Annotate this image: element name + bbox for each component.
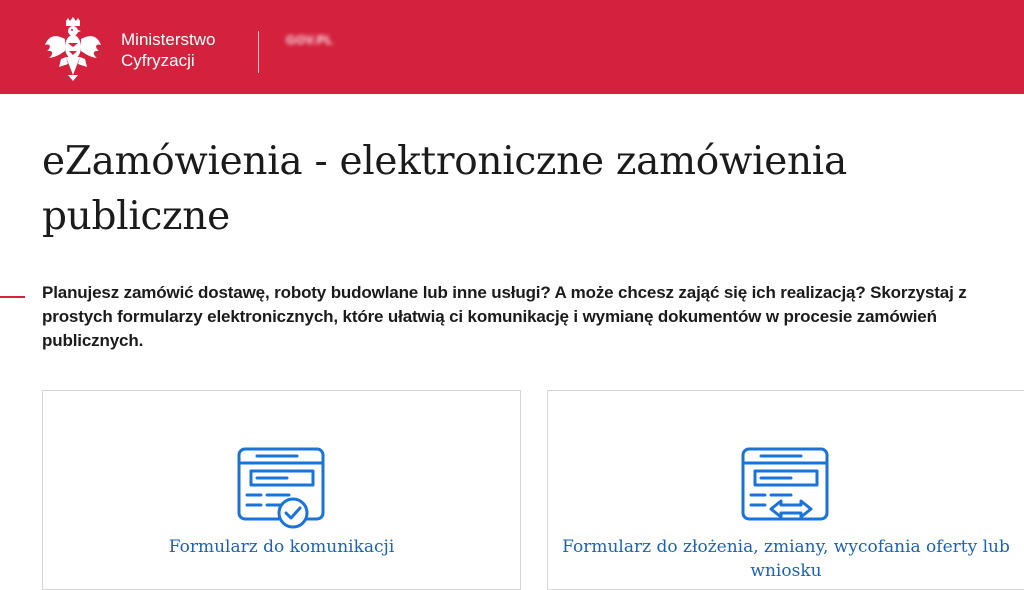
ministry-name-line2: Cyfryzacji [121,51,195,70]
ministry-name[interactable]: Ministerstwo Cyfryzacji [121,29,215,71]
card-offer-label[interactable]: Formularz do złożenia, zmiany, wycofania… [548,535,1024,583]
form-exchange-icon [741,447,829,521]
card-offer-form[interactable]: Formularz do złożenia, zmiany, wycofania… [547,390,1024,590]
top-bar: Ministerstwo Cyfryzacji GOV.PL [0,0,1024,94]
service-name[interactable]: GOV.PL [286,33,333,47]
ministry-name-line1: Ministerstwo [121,30,216,49]
card-communication-form[interactable]: Formularz do komunikacji [42,390,521,590]
lead-paragraph: Planujesz zamówić dostawę, roboty budowl… [42,283,967,350]
header-divider [258,31,259,73]
page-title: eZamówienia - elektroniczne zamówienia p… [42,139,847,239]
polish-eagle-emblem-icon[interactable] [44,17,102,81]
accent-line [0,296,25,298]
card-communication-label[interactable]: Formularz do komunikacji [43,535,520,559]
form-check-icon [237,447,325,529]
